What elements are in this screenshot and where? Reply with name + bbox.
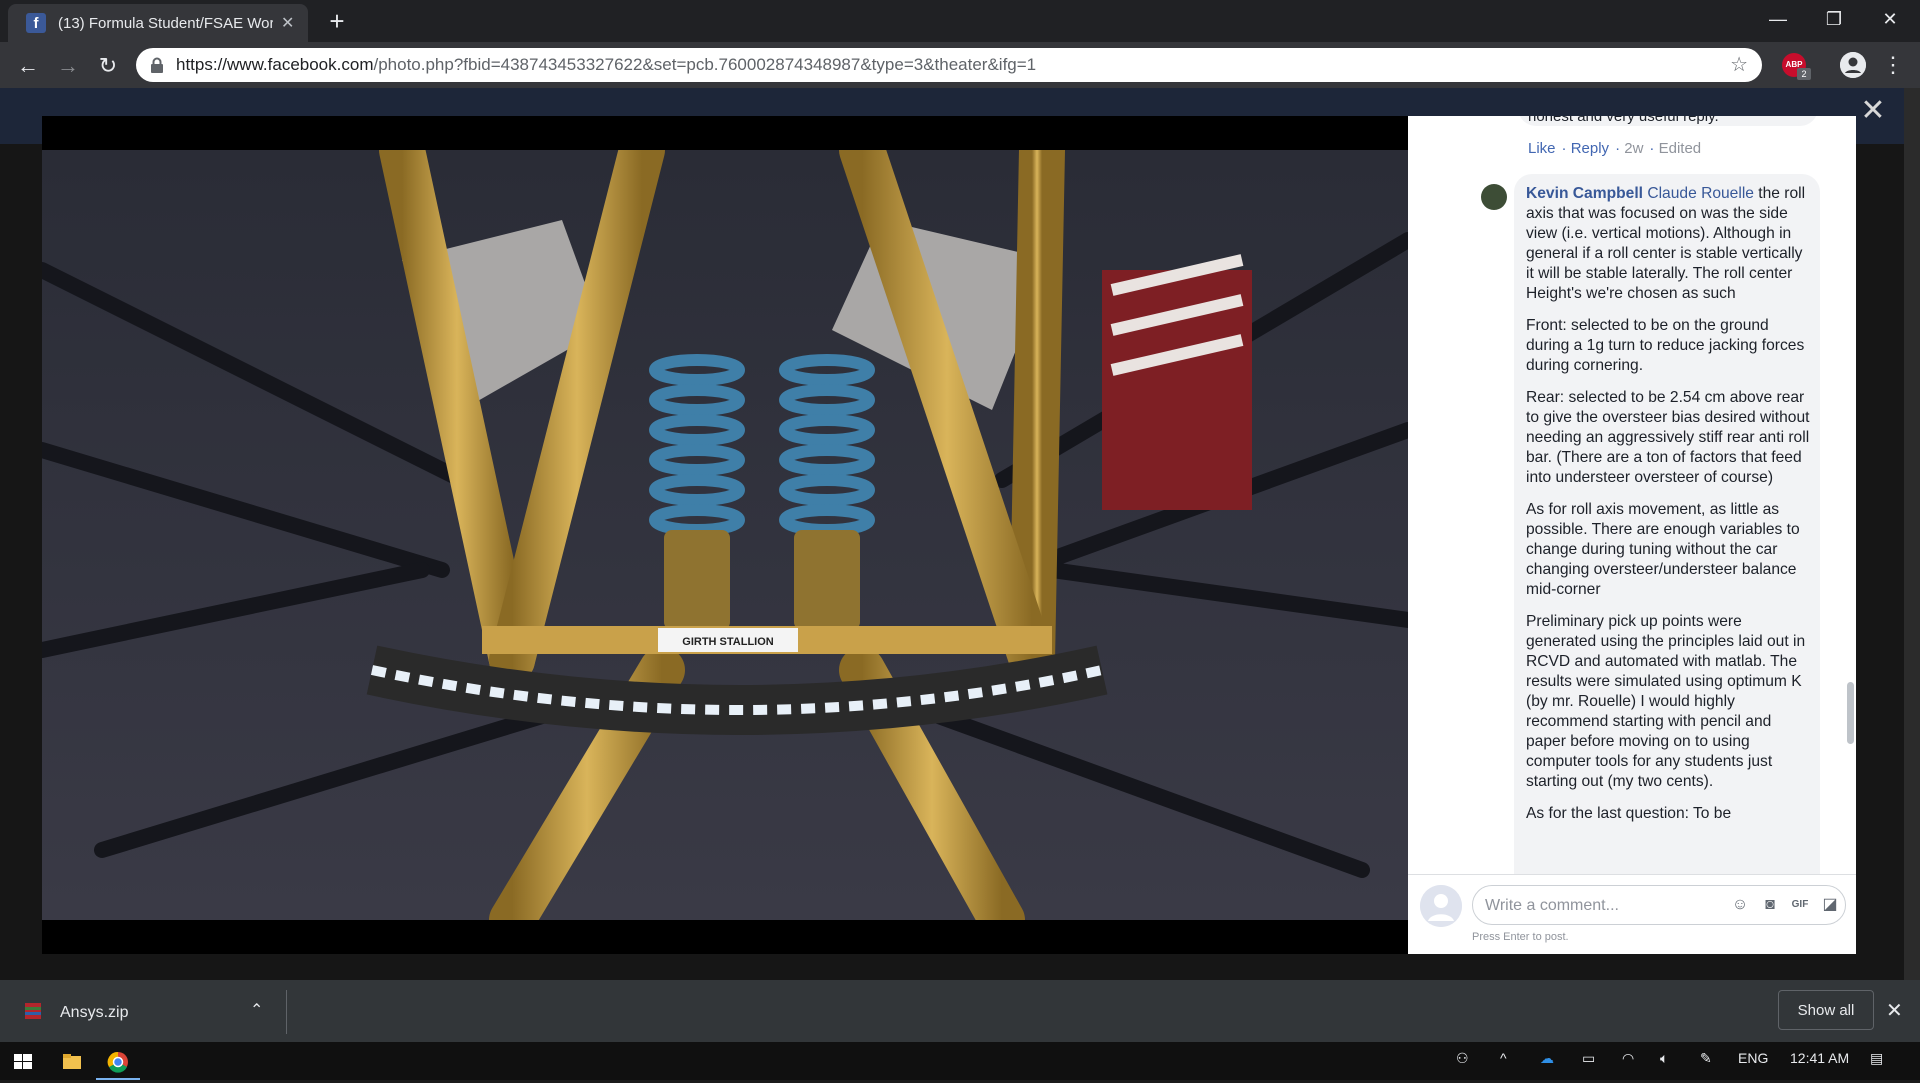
address-bar[interactable]: https://www.facebook.com/photo.php?fbid=… xyxy=(136,48,1762,82)
reply-paragraph: Preliminary pick up points were generate… xyxy=(1526,613,1806,790)
tab-title: (13) Formula Student/FSAE Worl xyxy=(58,14,273,32)
file-explorer-icon[interactable] xyxy=(48,1046,96,1078)
gif-icon[interactable]: GIF xyxy=(1790,895,1810,915)
minimize-window-button[interactable]: — xyxy=(1750,0,1806,38)
close-photo-viewer-icon[interactable]: ✕ xyxy=(1858,96,1888,126)
browser-menu-icon[interactable]: ⋮ xyxy=(1882,50,1904,80)
url-path: /photo.php?fbid=438743453327622&set=pcb.… xyxy=(373,55,1037,74)
mention-link[interactable]: Claude Rouelle xyxy=(1647,185,1754,202)
comment-composer: Write a comment... ☺ ◙ GIF ◪ Press Enter… xyxy=(1408,874,1856,955)
forward-button[interactable]: → xyxy=(52,50,84,82)
reply-paragraph: As for the last question: To be xyxy=(1526,805,1732,822)
url-text: https://www.facebook.com/photo.php?fbid=… xyxy=(176,55,1036,75)
lock-icon xyxy=(150,57,164,73)
chevron-up-icon[interactable]: ^ xyxy=(1500,1050,1507,1066)
browser-tab[interactable]: f (13) Formula Student/FSAE Worl ✕ xyxy=(8,4,308,42)
reply-paragraph: Front: selected to be on the ground duri… xyxy=(1526,317,1805,374)
wifi-icon[interactable]: ◠ xyxy=(1622,1050,1634,1067)
chrome-taskbar-icon[interactable] xyxy=(94,1046,142,1078)
reply-paragraph: Kevin Campbell Claude Rouelle the roll a… xyxy=(1526,184,1810,304)
avatar xyxy=(1420,885,1462,927)
close-tab-icon[interactable]: ✕ xyxy=(281,13,294,33)
download-divider xyxy=(286,990,287,1034)
photo-label-text: GIRTH STALLION xyxy=(682,636,774,648)
new-tab-button[interactable]: + xyxy=(322,6,352,36)
url-domain: https://www.facebook.com xyxy=(176,55,374,74)
like-link[interactable]: Like xyxy=(1528,140,1556,157)
previous-comment-text: honest and very useful reply. xyxy=(1528,116,1719,125)
battery-icon[interactable]: ▭ xyxy=(1582,1050,1595,1067)
reply-paragraph-text: the roll axis that was focused on was th… xyxy=(1526,185,1806,302)
avatar[interactable] xyxy=(1481,184,1507,210)
close-download-bar-icon[interactable]: ✕ xyxy=(1886,998,1903,1023)
clock[interactable]: 12:41 AM xyxy=(1790,1050,1849,1066)
reply-link[interactable]: Reply xyxy=(1571,140,1609,157)
chevron-up-icon[interactable]: ⌃ xyxy=(250,1000,263,1020)
photo-image[interactable]: GIRTH STALLION xyxy=(42,150,1408,920)
notifications-icon[interactable]: ▤ xyxy=(1870,1050,1883,1067)
comments-scrollbar-thumb[interactable] xyxy=(1847,682,1854,744)
previous-comment-actions: Like · Reply · 2w · Edited xyxy=(1528,140,1702,157)
profile-icon[interactable] xyxy=(1840,52,1866,78)
restore-window-button[interactable]: ❐ xyxy=(1806,0,1862,38)
reload-button[interactable]: ↻ xyxy=(92,50,124,82)
facebook-favicon-icon: f xyxy=(26,13,46,33)
reply-paragraph: As for roll axis movement, as little as … xyxy=(1526,501,1800,598)
archive-file-icon xyxy=(24,1002,42,1020)
close-window-button[interactable]: ✕ xyxy=(1862,0,1918,38)
reply-comment-body: Kevin Campbell Claude Rouelle the roll a… xyxy=(1526,184,1810,836)
people-icon[interactable]: ⚇ xyxy=(1456,1050,1469,1067)
show-all-downloads-button[interactable]: Show all xyxy=(1778,990,1874,1030)
bookmark-star-icon[interactable]: ☆ xyxy=(1730,52,1748,77)
windows-start-icon[interactable] xyxy=(0,1046,48,1078)
cloud-icon[interactable]: ☁ xyxy=(1540,1050,1554,1067)
reply-paragraph: Rear: selected to be 2.54 cm above rear … xyxy=(1526,389,1810,486)
page-scrollbar[interactable] xyxy=(1904,88,1920,980)
volume-icon[interactable]: 🔈︎ xyxy=(1660,1050,1668,1067)
comments-list[interactable]: honest and very useful reply. Like · Repl… xyxy=(1408,116,1856,874)
sticker-icon[interactable]: ◪ xyxy=(1820,895,1840,915)
download-bar xyxy=(0,980,1920,1042)
comment-author-link[interactable]: Kevin Campbell xyxy=(1526,185,1643,202)
back-button[interactable]: ← xyxy=(12,50,44,82)
comments-panel: honest and very useful reply. Like · Repl… xyxy=(1408,116,1856,954)
pen-icon[interactable]: ✎ xyxy=(1700,1050,1712,1067)
adblock-count-badge: 2 xyxy=(1797,68,1811,80)
composer-hint: Press Enter to post. xyxy=(1472,931,1569,943)
download-file-name[interactable]: Ansys.zip xyxy=(60,1004,128,1022)
emoji-icon[interactable]: ☺ xyxy=(1730,895,1750,915)
language-indicator[interactable]: ENG xyxy=(1738,1050,1768,1066)
comment-timestamp[interactable]: 2w xyxy=(1624,140,1643,157)
camera-icon[interactable]: ◙ xyxy=(1760,895,1780,915)
edited-label[interactable]: Edited xyxy=(1659,140,1702,157)
